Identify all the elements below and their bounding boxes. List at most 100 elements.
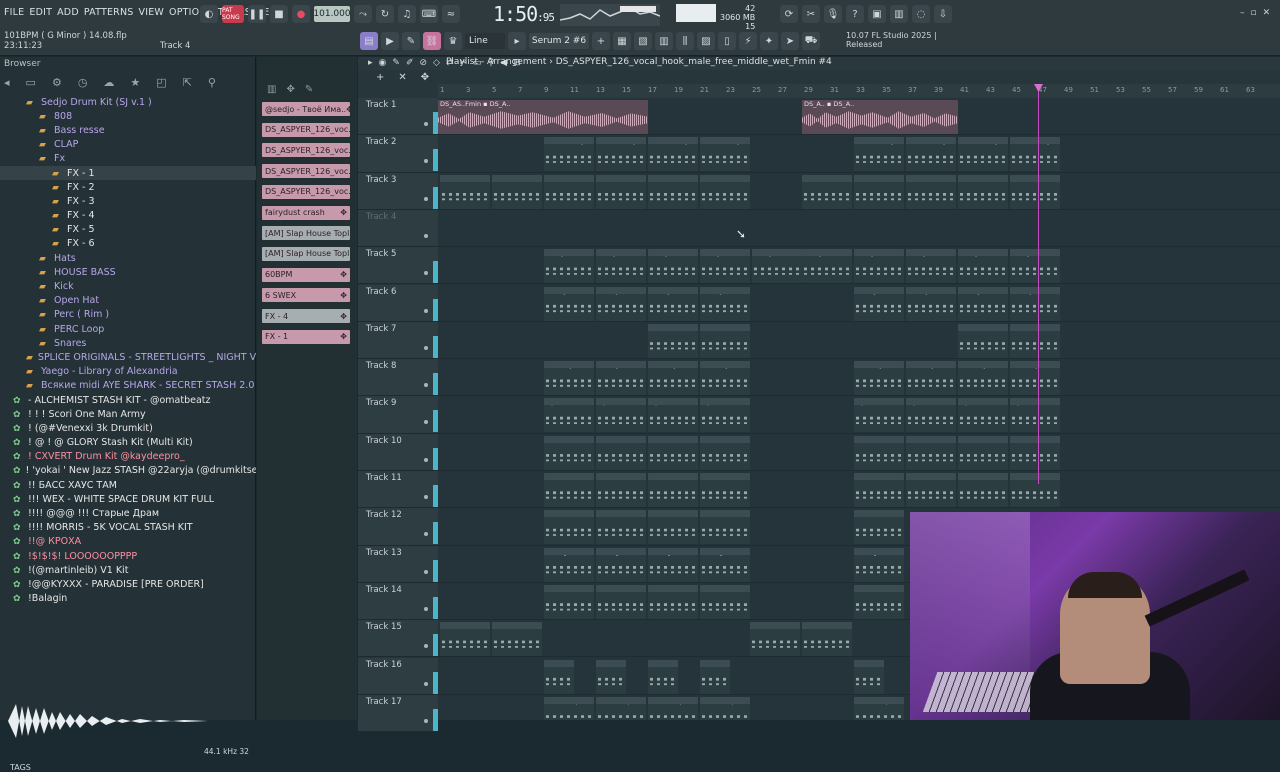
track-header[interactable]: Track 6: [358, 284, 438, 322]
track-lane[interactable]: CLAP - Sexy CLAP - Sexy CLAP - Sexy CLAP - …: [438, 135, 1280, 173]
drag-handle-icon[interactable]: ✥: [340, 312, 350, 321]
browser-item[interactable]: ▰ SPLICE ORIGINALS - STREETLIGHTS _ NIGHT…: [0, 350, 256, 364]
magnet-icon[interactable]: ◉: [379, 58, 387, 68]
track-mute-toggle[interactable]: [424, 420, 428, 425]
pattern-clip[interactable]: @sedjo..Belt: [544, 286, 594, 321]
keyboard-icon[interactable]: ⌨: [420, 5, 438, 23]
pattern-clip[interactable]: @PRODB..(5): [544, 510, 594, 545]
track-header[interactable]: Track 14: [358, 582, 438, 621]
pattern-clip[interactable]: scr..ngle: [854, 547, 904, 582]
track-mute-toggle[interactable]: [424, 569, 428, 574]
pattern-clip[interactable]: OpenH - 2: [700, 398, 750, 433]
blend-notes-icon[interactable]: ≈: [442, 5, 460, 23]
browser-item[interactable]: ✿ ! 'yokai ' New Jazz STASH @22aryja (@dr…: [0, 464, 256, 478]
pattern-clip[interactable]: [AM] S..op 13: [544, 696, 594, 720]
pattern-clip[interactable]: Purity: [958, 249, 1008, 284]
pattern-clip[interactable]: Serum 2 #2: [958, 323, 1008, 358]
pattern-clip[interactable]: scr..ngle: [544, 547, 594, 582]
browser-item[interactable]: ▰ Snares: [0, 336, 256, 350]
pattern-clip[interactable]: fal..sh: [544, 659, 574, 694]
tag-icon[interactable]: ◰: [156, 76, 166, 89]
browser-item[interactable]: ✿ ! ! ! Scori One Man Army: [0, 407, 256, 421]
track-mute-toggle[interactable]: [424, 606, 428, 611]
track-mute-toggle[interactable]: [424, 196, 428, 201]
pattern-clip[interactable]: [958, 473, 1008, 507]
browser-item[interactable]: ▰ HOUSE BASS: [0, 265, 256, 279]
delete-icon[interactable]: ⊘: [419, 58, 427, 68]
pattern-clip[interactable]: Purity: [596, 249, 646, 284]
pattern-clip[interactable]: Purity: [648, 249, 698, 284]
grid-icon[interactable]: ▥: [267, 84, 276, 95]
audio-clip[interactable]: DS_AS..Fmin ▪ DS_A..: [438, 100, 648, 134]
brush-icon[interactable]: ✦: [760, 32, 778, 50]
folder-icon[interactable]: ▭: [26, 76, 36, 89]
save-icon[interactable]: ▣: [868, 5, 886, 23]
pattern-clip[interactable]: [AM] S..op 13: [648, 696, 698, 720]
pattern-clip[interactable]: @sedjo..Belt: [1010, 286, 1060, 321]
browser-item[interactable]: ▰ Open Hat: [0, 294, 256, 308]
arrow-icon[interactable]: ▸: [368, 58, 373, 68]
picker-clip[interactable]: DS_ASPYER_126_voc..✥: [262, 122, 350, 137]
plug-icon[interactable]: ⚡: [739, 32, 757, 50]
drag-handle-icon[interactable]: ✥: [340, 332, 350, 341]
pattern-clip[interactable]: [700, 473, 750, 507]
stamp-icon[interactable]: ♛: [444, 32, 462, 50]
plugin-db-icon[interactable]: ⚙: [52, 76, 62, 89]
menu-patterns[interactable]: PATTERNS: [84, 7, 134, 18]
picker-clip[interactable]: @sedjo - Твоё Има.. ✥: [262, 102, 350, 116]
track-mute-toggle[interactable]: [424, 122, 428, 126]
pattern-clip[interactable]: Perc - Lybima: [1010, 361, 1060, 396]
browser-item[interactable]: ▰ FX - 3: [0, 194, 256, 208]
pattern-clip[interactable]: @PRODB..(5): [700, 510, 750, 545]
pattern-clip[interactable]: Purity: [752, 249, 802, 284]
browser-item[interactable]: ▰ FX - 6: [0, 237, 256, 251]
drag-handle-icon[interactable]: ✥: [340, 291, 350, 300]
pattern-clip[interactable]: Serum 2: [854, 174, 904, 209]
pattern-clip[interactable]: ZENOLOGY #2: [648, 584, 698, 619]
browser-item[interactable]: ▰ Yaego - Library of Alexandria: [0, 365, 256, 379]
pattern-clip[interactable]: Perc..ybima: [596, 361, 646, 396]
browser-item[interactable]: ✿ ! CXVERT Drum Kit @kaydeepro_: [0, 450, 256, 464]
pattern-clip[interactable]: Perc - Lybima: [906, 361, 956, 396]
browser-item[interactable]: ▰ Perc ( Rim ): [0, 308, 256, 322]
pattern-clip[interactable]: Serum 2 #6: [440, 174, 490, 209]
pattern-clip[interactable]: scr..ngle: [700, 547, 750, 582]
menu-add[interactable]: ADD: [57, 7, 79, 18]
move-icon[interactable]: ✥: [286, 84, 294, 95]
pattern-clip[interactable]: OpenH - 2: [906, 398, 956, 433]
browser-item[interactable]: ✿ !Balagin: [0, 592, 256, 606]
pattern-clip[interactable]: @PRODB..(5): [648, 510, 698, 545]
back-icon[interactable]: ◂: [4, 76, 10, 89]
browser-item[interactable]: ▰ Fx: [0, 152, 256, 166]
pattern-clip[interactable]: Pattern 17: [492, 622, 542, 657]
track-header[interactable]: Track 1: [358, 98, 438, 136]
pattern-clip[interactable]: @sedjo..Belt: [854, 286, 904, 321]
stop-button[interactable]: ■: [270, 5, 288, 23]
pattern-clip[interactable]: CLAP - Sexy: [854, 137, 904, 172]
pattern-clip[interactable]: [AM] S..op 13: [854, 696, 904, 720]
menu-view[interactable]: VIEW: [139, 7, 165, 18]
pattern-clip[interactable]: Serum 2 #6: [596, 174, 646, 209]
browser-item[interactable]: ✿ ! @ ! @ GLORY Stash Kit (Multi Kit): [0, 436, 256, 450]
picker-clip[interactable]: [AM] Slap House Topl..✥: [262, 226, 350, 241]
cart-icon[interactable]: ⛟: [802, 32, 820, 50]
track-lane[interactable]: [438, 471, 1280, 509]
playlist-icon[interactable]: ▤: [360, 32, 378, 50]
track-header[interactable]: Track 9: [358, 396, 438, 434]
track-mute-toggle[interactable]: [424, 718, 428, 723]
track-lane[interactable]: Perc - Lybima Perc..ybima Perc - Lybima Per…: [438, 359, 1280, 397]
file-icon[interactable]: ▯: [718, 32, 736, 50]
pattern-clip[interactable]: Purity: [1010, 249, 1060, 284]
picker-clip[interactable]: DS_ASPYER_126_voc..✥: [262, 184, 350, 199]
pattern-clip[interactable]: @sedjo..Belt: [958, 286, 1008, 321]
picker-clip[interactable]: DS_ASPYER_126_voc..✥: [262, 164, 350, 179]
plus-icon[interactable]: +: [376, 72, 384, 83]
track-mute-toggle[interactable]: [424, 233, 428, 238]
plugin-icon[interactable]: ▨: [697, 32, 715, 50]
pattern-clip[interactable]: [596, 473, 646, 507]
pattern-clip[interactable]: ZENOLOGY #2: [854, 584, 904, 619]
pattern-clip[interactable]: Purity: [906, 249, 956, 284]
pause-button[interactable]: ❚❚: [248, 5, 266, 23]
pattern-clip[interactable]: Serum 2: [700, 174, 750, 209]
pattern-clip[interactable]: [854, 473, 904, 507]
